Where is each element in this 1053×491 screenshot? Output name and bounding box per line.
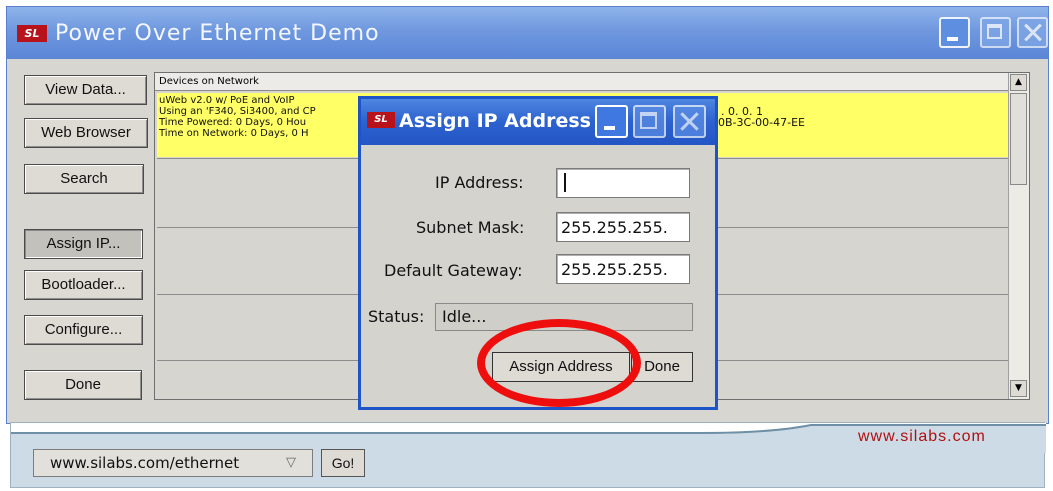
minimize-icon[interactable] [595, 105, 628, 138]
ip-address-label: IP Address: [435, 173, 524, 192]
device-line-name: uWeb v2.0 w/ PoE and VoIP [159, 95, 295, 106]
maximize-icon[interactable] [633, 105, 666, 138]
dialog-title-bar[interactable]: SL Assign IP Address [361, 99, 715, 145]
dropdown-arrow-icon[interactable]: ▽ [286, 455, 302, 470]
text-caret [564, 173, 566, 192]
scroll-thumb[interactable] [1010, 93, 1027, 185]
done-button[interactable]: Done [24, 370, 142, 400]
assign-address-button[interactable]: Assign Address [492, 352, 630, 382]
device-line-time-network: Time on Network: 0 Days, 0 H [159, 128, 309, 139]
maximize-icon[interactable] [980, 17, 1011, 48]
scrollbar[interactable]: ▲ ▼ [1008, 73, 1029, 399]
ip-address-field[interactable] [556, 168, 690, 198]
configure-button[interactable]: Configure... [24, 315, 143, 345]
close-icon[interactable] [1017, 17, 1048, 48]
status-value: Idle... [435, 303, 693, 331]
scroll-down-arrow-icon[interactable]: ▼ [1010, 380, 1027, 397]
assign-ip-button[interactable]: Assign IP... [24, 229, 143, 259]
subnet-mask-field[interactable] [556, 212, 690, 242]
dialog-title: Assign IP Address [399, 110, 591, 132]
close-icon[interactable] [673, 105, 706, 138]
search-button[interactable]: Search [24, 164, 144, 194]
url-dropdown[interactable]: www.silabs.com/ethernet [33, 449, 313, 477]
go-button[interactable]: Go! [321, 449, 365, 477]
silabs-logo-icon: SL [367, 112, 395, 128]
subnet-mask-label: Subnet Mask: [416, 218, 525, 237]
minimize-icon[interactable] [939, 17, 970, 48]
scroll-up-arrow-icon[interactable]: ▲ [1010, 74, 1027, 91]
device-line-time-powered: Time Powered: 0 Days, 0 Hou [159, 117, 307, 128]
list-header: Devices on Network [155, 73, 1011, 91]
silabs-logo-icon: SL [17, 25, 47, 42]
device-mac-fragment: 0B-3C-00-47-EE [718, 116, 805, 129]
status-label: Status: [368, 307, 425, 326]
view-data-button[interactable]: View Data... [24, 75, 147, 105]
web-browser-button[interactable]: Web Browser [24, 118, 148, 148]
dialog-done-button[interactable]: Done [631, 352, 693, 382]
default-gateway-label: Default Gateway: [384, 261, 523, 280]
device-line-chips: Using an 'F340, Si3400, and CP [159, 106, 316, 117]
window-title: Power Over Ethernet Demo [55, 21, 380, 46]
silabs-link[interactable]: www.silabs.com [858, 428, 986, 446]
default-gateway-field[interactable] [556, 254, 690, 284]
title-bar[interactable]: SL Power Over Ethernet Demo [7, 7, 1048, 59]
bootloader-button[interactable]: Bootloader... [24, 270, 143, 300]
